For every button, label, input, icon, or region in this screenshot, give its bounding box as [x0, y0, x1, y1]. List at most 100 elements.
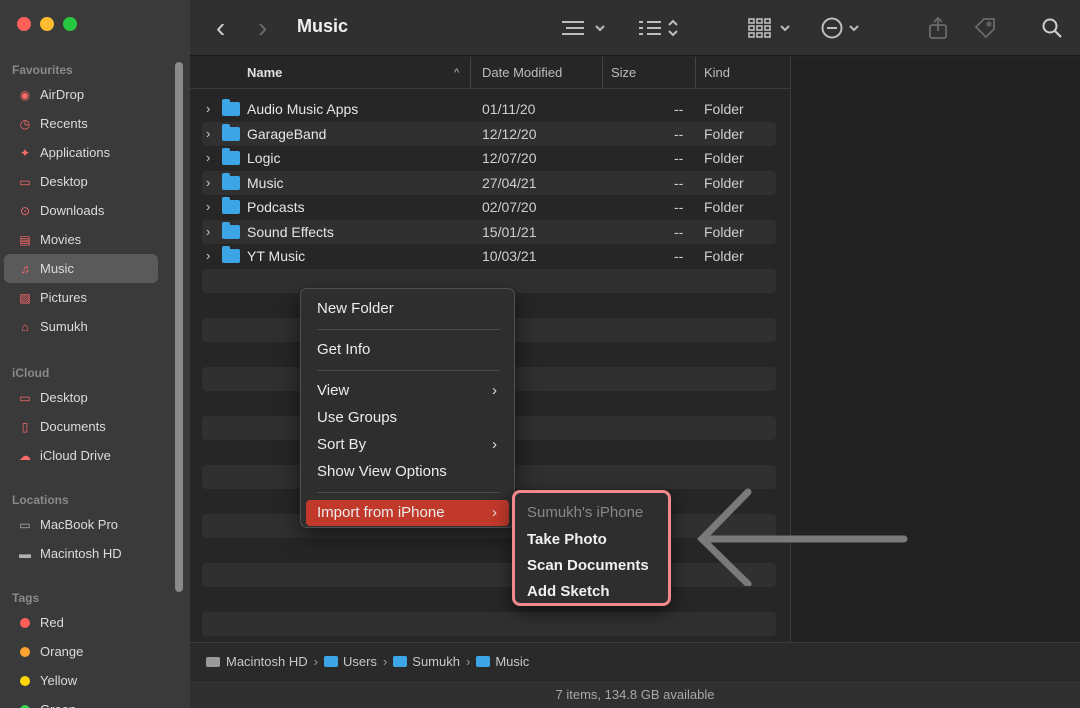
sidebar-section-header: Favourites: [12, 63, 73, 77]
path-segment-macintosh-hd[interactable]: Macintosh HD: [206, 654, 308, 669]
menu-item-import-from-iphone[interactable]: Import from iPhone ›: [306, 500, 509, 526]
file-row[interactable]: › Music 27/04/21 -- Folder: [202, 170, 776, 195]
column-header-kind[interactable]: Kind: [704, 57, 730, 89]
sidebar-item-green[interactable]: Green: [4, 695, 158, 708]
file-row[interactable]: › Sound Effects 15/01/21 -- Folder: [202, 219, 776, 244]
submenu-device-name: Sumukh's iPhone: [527, 504, 644, 521]
sidebar-item-movies[interactable]: ▤ Movies: [4, 225, 158, 254]
sidebar-section: Locations ▭ MacBook Pro ▬ Macintosh HD: [0, 490, 180, 568]
search-button[interactable]: [1041, 0, 1063, 56]
chevron-right-icon: ›: [492, 436, 497, 453]
take-photo-item[interactable]: Take Photo: [527, 527, 667, 553]
airdrop-icon: ◉: [19, 87, 31, 102]
sidebar-item-airdrop[interactable]: ◉ AirDrop: [4, 80, 158, 109]
sidebar-item-recents[interactable]: ◷ Recents: [4, 109, 158, 138]
sidebar-item-macintosh-hd[interactable]: ▬ Macintosh HD: [4, 539, 158, 568]
sidebar-item-music[interactable]: ♫ Music: [4, 254, 158, 283]
menu-item-label: View: [317, 382, 350, 399]
path-segment-label: Macintosh HD: [226, 654, 308, 669]
file-size: --: [674, 101, 684, 117]
sidebar-item-desktop[interactable]: ▭ Desktop: [4, 167, 158, 196]
import-submenu: Sumukh's iPhone Take Photo Scan Document…: [512, 490, 671, 606]
sidebar-item-yellow[interactable]: Yellow: [4, 666, 158, 695]
file-date: 02/07/20: [482, 199, 537, 215]
minimize-window-button[interactable]: [40, 17, 54, 31]
sidebar-scrollbar[interactable]: [175, 62, 183, 592]
path-segment-music[interactable]: Music: [476, 654, 529, 669]
file-size: --: [674, 248, 684, 264]
sidebar-item-label: Macintosh HD: [40, 546, 122, 561]
sidebar-item-label: Desktop: [40, 390, 88, 405]
sidebar-item-orange[interactable]: Orange: [4, 637, 158, 666]
menu-item-view[interactable]: View ›: [306, 378, 509, 404]
file-row[interactable]: › Podcasts 02/07/20 -- Folder: [202, 195, 776, 219]
sort-button[interactable]: [637, 0, 683, 56]
file-date: 10/03/21: [482, 248, 537, 264]
chevron-right-icon: ›: [492, 382, 497, 399]
action-menu-button[interactable]: [820, 0, 866, 56]
documents-icon: ▯: [21, 419, 29, 434]
menu-item-new-folder[interactable]: New Folder: [306, 296, 509, 322]
share-button[interactable]: [927, 0, 949, 56]
menu-item-get-info[interactable]: Get Info: [306, 337, 509, 363]
context-menu: New Folder Get Info View › Use Groups Sort By…: [300, 288, 515, 528]
menu-item-label: Get Info: [317, 341, 371, 358]
column-header-name[interactable]: Name: [247, 57, 282, 89]
tag-icon: [974, 18, 995, 39]
clock-icon: ◷: [19, 116, 31, 131]
group-view-button[interactable]: [747, 0, 793, 56]
add-sketch-item[interactable]: Add Sketch: [527, 579, 667, 605]
disclosure-chevron-icon[interactable]: ›: [206, 146, 210, 170]
disclosure-chevron-icon[interactable]: ›: [206, 195, 210, 219]
file-row[interactable]: › Audio Music Apps 01/11/20 -- Folder: [202, 97, 776, 121]
share-icon: [929, 16, 947, 39]
music-icon: ♫: [20, 261, 30, 276]
file-name: GarageBand: [247, 125, 327, 142]
column-header-size[interactable]: Size: [611, 57, 636, 89]
disk-icon: [206, 656, 220, 667]
scan-documents-item[interactable]: Scan Documents: [527, 553, 667, 579]
close-window-button[interactable]: [17, 17, 31, 31]
path-segment-sumukh[interactable]: Sumukh: [393, 654, 460, 669]
sidebar-section: Favourites ◉ AirDrop ◷ Recents ✦ Applications ▭…: [0, 60, 180, 341]
folder-icon: [222, 172, 240, 190]
disclosure-chevron-icon[interactable]: ›: [206, 244, 210, 268]
sidebar-item-icloud-drive[interactable]: ☁ iCloud Drive: [4, 441, 158, 470]
sidebar-item-applications[interactable]: ✦ Applications: [4, 138, 158, 167]
menu-item-sort-by[interactable]: Sort By ›: [306, 432, 509, 458]
empty-row-stripe: [202, 612, 776, 636]
sidebar-item-pictures[interactable]: ▨ Pictures: [4, 283, 158, 312]
menu-item-use-groups[interactable]: Use Groups: [306, 405, 509, 431]
list-view-button[interactable]: [560, 0, 606, 56]
sidebar-item-red[interactable]: Red: [4, 608, 158, 637]
sidebar-section-header: Locations: [12, 493, 69, 507]
path-segment-users[interactable]: Users: [323, 654, 377, 669]
file-row[interactable]: › YT Music 10/03/21 -- Folder: [202, 244, 776, 268]
forward-button[interactable]: ›: [258, 0, 267, 56]
column-header-date[interactable]: Date Modified: [482, 57, 562, 89]
column-divider: [602, 57, 603, 89]
disclosure-chevron-icon[interactable]: ›: [206, 97, 210, 121]
zoom-window-button[interactable]: [63, 17, 77, 31]
tag-button[interactable]: [973, 0, 997, 56]
disclosure-chevron-icon[interactable]: ›: [206, 171, 210, 195]
disclosure-chevron-icon[interactable]: ›: [206, 122, 210, 146]
sidebar-item-label: MacBook Pro: [40, 517, 119, 532]
sidebar-item-macbook-pro[interactable]: ▭ MacBook Pro: [4, 510, 158, 539]
tag-color-dot-icon: [20, 675, 30, 686]
sort-icon: [639, 19, 678, 37]
file-kind: Folder: [704, 248, 744, 264]
sidebar-item-sumukh[interactable]: ⌂ Sumukh: [4, 312, 158, 341]
path-separator-icon: ›: [382, 654, 388, 669]
finder-window: Favourites ◉ AirDrop ◷ Recents ✦ Applications ▭…: [0, 0, 1080, 708]
disclosure-chevron-icon[interactable]: ›: [206, 220, 210, 244]
menu-item-show-view-options[interactable]: Show View Options: [306, 459, 509, 485]
more-icon: [821, 17, 859, 39]
file-row[interactable]: › GarageBand 12/12/20 -- Folder: [202, 121, 776, 146]
sidebar-item-downloads[interactable]: ⊙ Downloads: [4, 196, 158, 225]
sidebar-item-desktop[interactable]: ▭ Desktop: [4, 383, 158, 412]
back-button[interactable]: ‹: [216, 0, 225, 56]
sidebar-item-documents[interactable]: ▯ Documents: [4, 412, 158, 441]
file-row[interactable]: › Logic 12/07/20 -- Folder: [202, 146, 776, 170]
path-segment-label: Sumukh: [412, 654, 460, 669]
